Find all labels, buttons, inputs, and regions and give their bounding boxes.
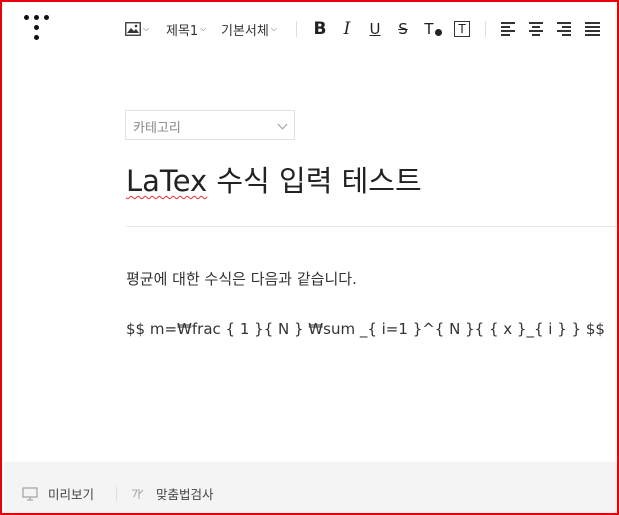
chevron-down-icon (277, 119, 288, 130)
title-word-misspelled: LaTex (126, 164, 208, 198)
italic-button[interactable]: I (336, 17, 358, 41)
font-label: 기본서체 (221, 23, 269, 39)
color-dot-icon (434, 28, 442, 36)
category-select[interactable]: 카테고리 (125, 110, 295, 140)
align-center-button[interactable] (529, 20, 545, 36)
chevron-down-icon: ⌵ (143, 24, 150, 33)
preview-button[interactable]: 미리보기 (22, 484, 94, 503)
title-divider (126, 226, 617, 227)
image-icon (125, 22, 141, 36)
tistory-logo-icon[interactable] (24, 13, 54, 43)
heading-dropdown[interactable]: 제목1 ⌵ (166, 18, 206, 40)
spellcheck-button[interactable]: 맞춤법검사 (130, 484, 214, 503)
body-paragraph-latex[interactable]: $$ m=₩frac { 1 }{ N } ₩sum _{ i=1 }^{ N … (126, 320, 605, 338)
toolbar-divider (296, 21, 297, 37)
align-justify-button[interactable] (585, 20, 601, 36)
spellcheck-icon (132, 488, 144, 499)
text-box-icon: T (454, 21, 470, 37)
editor-footer: 미리보기 맞춤법검사 (4, 462, 617, 513)
editor-window: ⌵ 제목1 ⌵ 기본서체 ⌵ B I U S T T 카테고리 LaTex 수식… (0, 0, 619, 515)
bold-button[interactable]: B (309, 17, 331, 41)
heading-label: 제목1 (166, 23, 199, 39)
footer-divider (116, 487, 117, 501)
underline-button[interactable]: U (364, 17, 386, 41)
body-paragraph[interactable]: 평균에 대한 수식은 다음과 같습니다. (126, 268, 357, 289)
preview-label: 미리보기 (48, 487, 95, 502)
spellcheck-label: 맞춤법검사 (156, 487, 214, 502)
font-dropdown[interactable]: 기본서체 ⌵ (221, 18, 277, 40)
toolbar-divider (485, 21, 486, 37)
align-left-button[interactable] (501, 20, 517, 36)
post-title-input[interactable]: LaTex 수식 입력 테스트 (126, 158, 422, 200)
align-right-button[interactable] (557, 20, 573, 36)
category-placeholder: 카테고리 (133, 121, 181, 136)
strikethrough-button[interactable]: S (392, 17, 414, 41)
text-box-button[interactable]: T (451, 17, 473, 41)
editor-toolbar: ⌵ 제목1 ⌵ 기본서체 ⌵ B I U S T T (4, 4, 617, 56)
chevron-down-icon: ⌵ (200, 24, 207, 33)
text-color-button[interactable]: T (422, 17, 444, 41)
title-text: 수식 입력 테스트 (207, 164, 422, 198)
chevron-down-icon: ⌵ (270, 24, 277, 33)
monitor-icon (22, 486, 38, 501)
insert-image-button[interactable]: ⌵ (125, 18, 149, 40)
